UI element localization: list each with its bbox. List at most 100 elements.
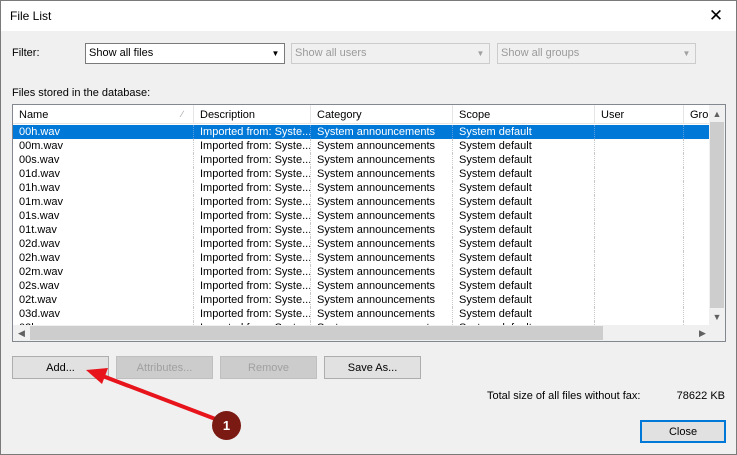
table-row[interactable]: 00s.wav Imported from: Syste... System ann…	[13, 153, 711, 167]
cell-user	[595, 251, 684, 265]
sort-indicator-icon: ∕	[181, 109, 183, 119]
table-row[interactable]: 00m.wav Imported from: Syste... System ann…	[13, 139, 711, 153]
column-header-scope[interactable]: Scope	[453, 105, 595, 123]
cell-group	[684, 153, 711, 167]
cell-category: System announcements	[311, 237, 453, 251]
title-bar: File List ✕	[1, 1, 736, 31]
column-header-category[interactable]: Category	[311, 105, 453, 123]
close-window-icon[interactable]: ✕	[696, 1, 736, 31]
table-row[interactable]: 02t.wav Imported from: Syste... System ann…	[13, 293, 711, 307]
cell-group	[684, 223, 711, 237]
cell-description: Imported from: Syste...	[194, 237, 311, 251]
cell-description: Imported from: Syste...	[194, 279, 311, 293]
cell-user	[595, 209, 684, 223]
table-row[interactable]: 03d.wav Imported from: Syste... System ann…	[13, 307, 711, 321]
chevron-down-icon[interactable]: ▼	[267, 44, 284, 63]
cell-scope: System default	[453, 307, 595, 321]
cell-scope: System default	[453, 223, 595, 237]
cell-description: Imported from: Syste...	[194, 251, 311, 265]
cell-category: System announcements	[311, 209, 453, 223]
total-size-label: Total size of all files without fax:	[487, 390, 641, 402]
filter-users-value: Show all users	[295, 47, 367, 59]
cell-name: 01m.wav	[13, 195, 194, 209]
cell-user	[595, 265, 684, 279]
annotation-badge: 1	[212, 411, 241, 440]
cell-scope: System default	[453, 153, 595, 167]
cell-group	[684, 237, 711, 251]
table-row[interactable]: 01m.wav Imported from: Syste... System ann…	[13, 195, 711, 209]
files-listview[interactable]: Name ∕ Description Category Scope User G…	[12, 104, 726, 342]
table-row[interactable]: 01d.wav Imported from: Syste... System ann…	[13, 167, 711, 181]
cell-name: 02s.wav	[13, 279, 194, 293]
cell-category: System announcements	[311, 251, 453, 265]
vertical-scroll-thumb[interactable]	[710, 122, 724, 308]
cell-group	[684, 251, 711, 265]
cell-category: System announcements	[311, 279, 453, 293]
column-header-name[interactable]: Name ∕	[13, 105, 194, 123]
close-button[interactable]: Close	[640, 420, 726, 443]
table-row[interactable]: 00h.wav Imported from: Syste... System ann…	[13, 125, 711, 139]
add-button[interactable]: Add...	[12, 356, 109, 379]
cell-name: 01d.wav	[13, 167, 194, 181]
cell-category: System announcements	[311, 307, 453, 321]
cell-group	[684, 125, 711, 139]
cell-description: Imported from: Syste...	[194, 167, 311, 181]
cell-category: System announcements	[311, 195, 453, 209]
cell-name: 00h.wav	[13, 125, 194, 139]
column-header-description[interactable]: Description	[194, 105, 311, 123]
cell-group	[684, 265, 711, 279]
cell-description: Imported from: Syste...	[194, 209, 311, 223]
chevron-down-icon: ▼	[682, 49, 691, 58]
cell-user	[595, 307, 684, 321]
cell-scope: System default	[453, 181, 595, 195]
cell-user	[595, 167, 684, 181]
filter-label: Filter:	[12, 47, 40, 59]
save-as-button[interactable]: Save As...	[324, 356, 421, 379]
filter-files-value: Show all files	[89, 47, 154, 59]
cell-scope: System default	[453, 195, 595, 209]
cell-user	[595, 293, 684, 307]
scrollbar-corner	[709, 325, 725, 341]
attributes-button[interactable]: Attributes...	[116, 356, 213, 379]
cell-scope: System default	[453, 265, 595, 279]
cell-description: Imported from: Syste...	[194, 223, 311, 237]
vertical-scrollbar[interactable]: ▲ ▼	[709, 105, 725, 325]
table-row[interactable]: 02s.wav Imported from: Syste... System ann…	[13, 279, 711, 293]
cell-scope: System default	[453, 139, 595, 153]
cell-scope: System default	[453, 125, 595, 139]
table-row[interactable]: 02h.wav Imported from: Syste... System ann…	[13, 251, 711, 265]
cell-description: Imported from: Syste...	[194, 293, 311, 307]
remove-button[interactable]: Remove	[220, 356, 317, 379]
scroll-down-icon[interactable]: ▼	[709, 308, 725, 325]
cell-group	[684, 181, 711, 195]
horizontal-scrollbar[interactable]: ◀ ▶	[13, 325, 711, 341]
cell-name: 02h.wav	[13, 251, 194, 265]
cell-user	[595, 223, 684, 237]
table-row[interactable]: 02m.wav Imported from: Syste... System ann…	[13, 265, 711, 279]
table-row[interactable]: 01s.wav Imported from: Syste... System ann…	[13, 209, 711, 223]
filter-groups-select[interactable]: Show all groups ▼	[497, 43, 696, 64]
column-header-group[interactable]: Grou	[684, 105, 711, 123]
cell-category: System announcements	[311, 265, 453, 279]
column-header-user[interactable]: User	[595, 105, 684, 123]
files-list-label: Files stored in the database:	[12, 87, 151, 99]
list-header: Name ∕ Description Category Scope User G…	[13, 105, 711, 124]
cell-user	[595, 153, 684, 167]
table-row[interactable]: 01h.wav Imported from: Syste... System ann…	[13, 181, 711, 195]
table-row[interactable]: 01t.wav Imported from: Syste... System ann…	[13, 223, 711, 237]
window-title: File List	[10, 9, 52, 23]
file-list-dialog: File List ✕ Filter: Show all files ▼ Sho…	[0, 0, 737, 455]
filter-files-select[interactable]: Show all files ▼	[85, 43, 285, 64]
cell-group	[684, 209, 711, 223]
cell-group	[684, 279, 711, 293]
table-row[interactable]: 02d.wav Imported from: Syste... System ann…	[13, 237, 711, 251]
horizontal-scroll-thumb[interactable]	[30, 326, 603, 340]
cell-description: Imported from: Syste...	[194, 195, 311, 209]
cell-scope: System default	[453, 237, 595, 251]
filter-users-select[interactable]: Show all users ▼	[291, 43, 490, 64]
scroll-up-icon[interactable]: ▲	[709, 105, 725, 122]
cell-description: Imported from: Syste...	[194, 181, 311, 195]
filter-groups-value: Show all groups	[501, 47, 580, 59]
cell-scope: System default	[453, 251, 595, 265]
scroll-left-icon[interactable]: ◀	[13, 325, 30, 341]
